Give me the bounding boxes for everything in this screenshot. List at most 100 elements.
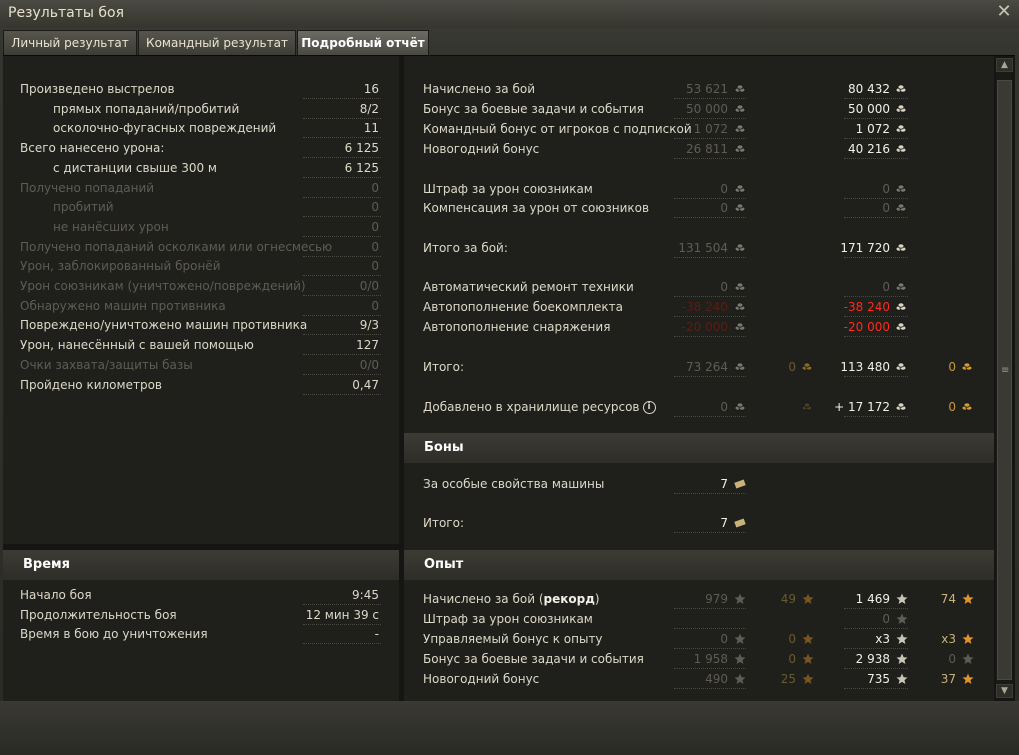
credit-label-text: Добавлено в хранилище ресурсов [423, 400, 640, 414]
stat-row: с дистанции свыше 300 м 6 125 [3, 158, 399, 178]
bonds-section-title: Боны [424, 440, 464, 455]
credit-base-value: 0 [720, 400, 728, 414]
experience-section-title: Опыт [424, 557, 464, 572]
credit-row: Автопополнение снаряжения -20 000 -20 000 [404, 317, 994, 337]
credits-icon [734, 124, 746, 133]
credit-base-value: 50 000 [686, 102, 728, 116]
info-icon[interactable]: i [642, 401, 656, 414]
bonds-section-header: Боны [404, 433, 994, 463]
stat-row: Получено попаданий осколками или огнесме… [3, 237, 399, 257]
xp-star-icon [734, 593, 746, 604]
record-label: рекорд [543, 592, 595, 606]
experience-section-header: Опыт [404, 550, 994, 580]
stat-row: Очки захвата/защиты базы 0/0 [3, 355, 399, 375]
credit-premium-value: -38 240 [843, 300, 890, 314]
credit-premium-value: 0 [882, 280, 890, 294]
title-bar: Результаты боя ✕ [0, 0, 1019, 28]
stat-row: Всего нанесено урона: 6 125 [3, 138, 399, 159]
xp-star-icon [896, 673, 908, 684]
credit-row: Начислено за бой 53 621 80 432 [404, 79, 994, 99]
credit-label: Бонус за боевые задачи и события [423, 99, 644, 119]
credit-premium-value: 40 216 [848, 142, 890, 156]
stat-row: Получено попаданий 0 [3, 178, 399, 198]
credits-icon [734, 322, 746, 331]
credit-label: Автопополнение боекомплекта [423, 297, 623, 317]
credit-row: Новогодний бонус 26 811 40 216 [404, 139, 994, 159]
stat-value: 0/0 [359, 279, 379, 293]
tab-team-result[interactable]: Командный результат [138, 30, 296, 55]
scrollbar[interactable]: ▲ ≡ ▼ [996, 58, 1013, 698]
credit-label-text: Штраф за урон союзникам [423, 182, 593, 196]
free-xp-star-icon [802, 673, 814, 684]
credit-base-value: 26 811 [686, 142, 728, 156]
time-row: Начало боя 9:45 [3, 585, 399, 605]
credit-premium-value: 171 720 [840, 241, 890, 255]
credits-icon [734, 144, 746, 153]
gold-premium-value: 0 [948, 400, 956, 414]
stat-row: прямых попаданий/пробитий 8/2 [3, 99, 399, 119]
xp-base-value: 979 [705, 592, 728, 606]
scroll-thumb[interactable]: ≡ [997, 80, 1012, 680]
scroll-up-button[interactable]: ▲ [996, 58, 1013, 72]
credits-icon [734, 243, 746, 252]
tab-detailed-report[interactable]: Подробный отчёт [297, 30, 429, 55]
xp-label: Начислено за бой (рекорд) [423, 589, 600, 609]
stat-row: не нанёсших урон 0 [3, 217, 399, 237]
credit-label: Итого: [423, 357, 464, 377]
grip-icon: ≡ [1001, 365, 1010, 376]
stat-row: Урон, заблокированный бронёй 0 [3, 256, 399, 277]
credit-label: Автопополнение снаряжения [423, 317, 610, 337]
credit-label-text: Автоматический ремонт техники [423, 280, 634, 294]
stat-row: Обнаружено машин противника 0 [3, 296, 399, 316]
credit-premium-value: 1 072 [855, 122, 890, 136]
battle-results-window: Результаты боя ✕ Личный результат Команд… [0, 0, 1019, 755]
credits-icon [895, 124, 907, 133]
credit-label: Начислено за бой [423, 79, 535, 99]
credit-base-value: -20 000 [681, 320, 728, 334]
credit-base-value: 0 [720, 182, 728, 196]
credit-label-text: Итого за бой: [423, 241, 508, 255]
credits-icon [895, 362, 907, 371]
stat-row: Произведено выстрелов 16 [3, 79, 399, 99]
row-divider [303, 642, 381, 644]
stat-value: 0 [371, 298, 379, 313]
scroll-down-button[interactable]: ▼ [996, 684, 1013, 698]
stat-label: осколочно-фугасных повреждений [53, 121, 277, 136]
free-xp-premium-value: 0 [948, 652, 956, 666]
free-xp-premium-value: 74 [940, 592, 956, 606]
credits-icon [895, 184, 907, 193]
row-divider [674, 531, 746, 533]
stat-value: 8/2 [359, 101, 379, 116]
tab-personal-result[interactable]: Личный результат [3, 30, 137, 55]
credit-label: Компенсация за урон от союзников [423, 198, 649, 218]
xp-label: Управляемый бонус к опыту [423, 629, 603, 649]
close-icon[interactable]: ✕ [995, 3, 1013, 21]
stats-panel: Произведено выстрелов 16 прямых попаданий/… [3, 56, 399, 544]
credit-label-text: Итого: [423, 360, 464, 374]
stat-label: не нанёсших урон [53, 219, 169, 234]
bonds-icon [734, 479, 746, 489]
credit-label-text: Начислено за бой [423, 82, 536, 96]
time-section-header: Время [3, 550, 399, 580]
xp-label: Штраф за урон союзникам [423, 609, 593, 629]
xp-row: Бонус за боевые задачи и события 1 958 0 2 … [404, 649, 994, 669]
stat-label: Урон, нанесённый с вашей помощью [20, 338, 254, 353]
credit-label-text: Командный бонус от игроков с подпиской [423, 122, 692, 136]
credits-icon [734, 184, 746, 193]
stat-label: Получено попаданий осколками или огнесме… [20, 239, 333, 254]
credits-icon [895, 84, 907, 93]
row-divider [674, 216, 746, 218]
free-xp-premium-value: x3 [941, 632, 956, 646]
credit-label: Автоматический ремонт техники [423, 277, 634, 297]
credit-row: Компенсация за урон от союзников 0 0 [404, 198, 994, 218]
credit-base-value: 131 504 [678, 241, 728, 255]
row-divider [303, 393, 381, 395]
stat-value: 11 [363, 121, 379, 136]
bonds-value: 7 [720, 516, 728, 530]
row-divider [674, 687, 746, 689]
credit-base-value: 73 264 [686, 360, 728, 374]
credits-icon [734, 282, 746, 291]
credit-row: Бонус за боевые задачи и события 50 000 50… [404, 99, 994, 119]
bonds-label: За особые свойства машины [423, 477, 605, 491]
gold-premium-value: 0 [948, 360, 956, 374]
